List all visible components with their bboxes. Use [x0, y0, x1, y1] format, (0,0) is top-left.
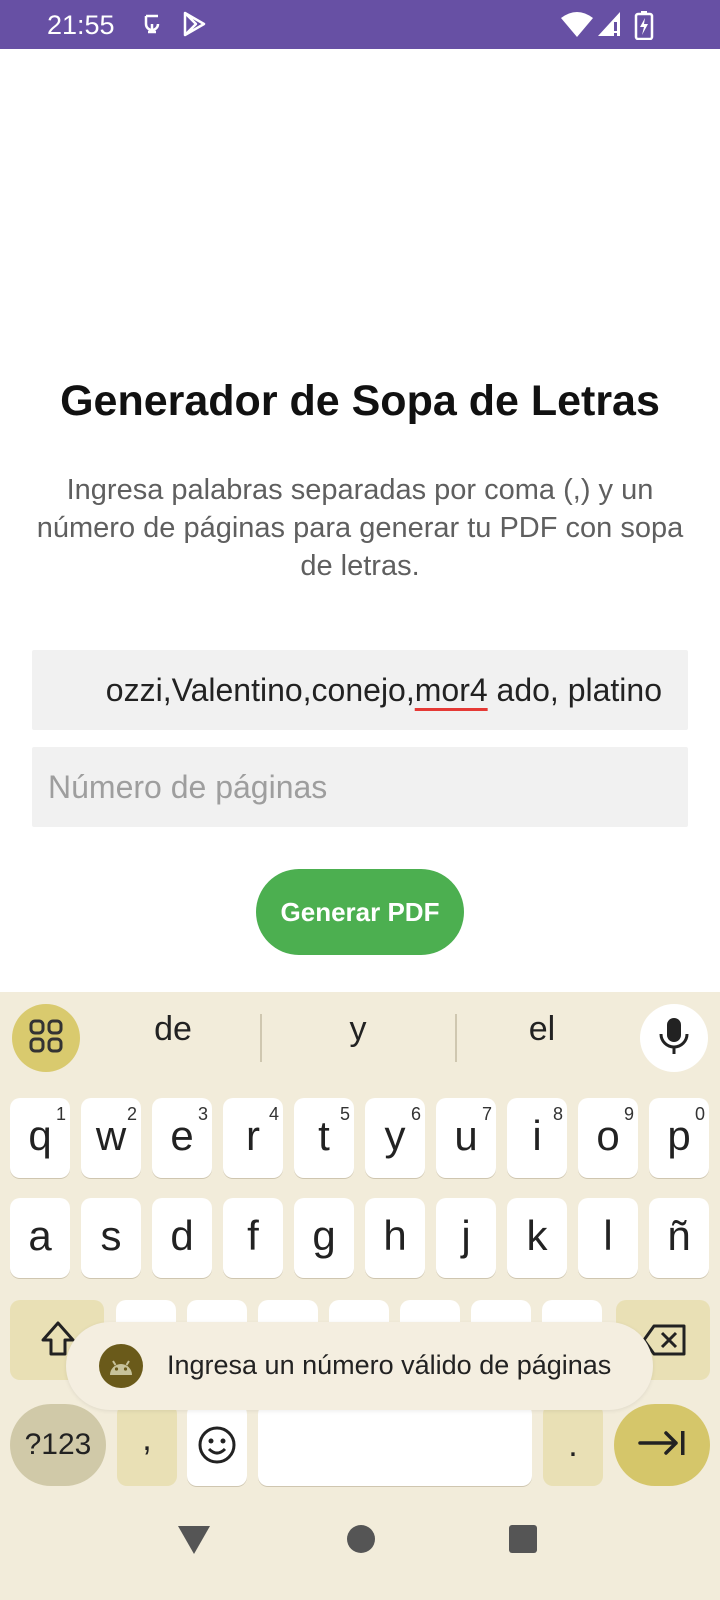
key-number-hint: 2	[126, 1104, 137, 1124]
key-j[interactable]: j	[436, 1198, 496, 1278]
key-h[interactable]: h	[365, 1198, 425, 1278]
key-a[interactable]: a	[10, 1198, 70, 1278]
signal-icon	[596, 10, 624, 43]
page-subtitle: Ingresa palabras separadas por coma (,) …	[36, 474, 684, 582]
key-number-hint: 7	[481, 1104, 492, 1124]
words-input-text-pre: ozzi,Valentino,conejo,	[105, 672, 415, 708]
play-store-icon	[180, 10, 208, 43]
emoji-key[interactable]	[187, 1404, 247, 1486]
key-label: a	[28, 1212, 52, 1259]
key-u[interactable]: u7	[436, 1098, 496, 1178]
next-key[interactable]	[614, 1404, 710, 1486]
suggestion-1[interactable]: de	[113, 1010, 233, 1049]
words-input-value: ozzi,Valentino,conejo,mor4 ado, platino	[106, 672, 662, 709]
key-label: d	[170, 1212, 194, 1259]
key-k[interactable]: k	[507, 1198, 567, 1278]
key-number-hint: 5	[339, 1104, 350, 1124]
keyboard-apps-button[interactable]	[12, 1004, 80, 1072]
key-i[interactable]: i8	[507, 1098, 567, 1178]
key-number-hint: 8	[552, 1104, 563, 1124]
key-label: s	[100, 1212, 122, 1259]
notification-icon	[138, 10, 166, 43]
android-app-icon	[99, 1344, 143, 1388]
status-bar: 21:55	[0, 0, 720, 49]
suggestion-divider	[455, 1014, 457, 1062]
back-nav-button[interactable]	[176, 1524, 212, 1561]
status-time: 21:55	[47, 10, 115, 40]
suggestion-3[interactable]: el	[482, 1010, 602, 1049]
symbols-key[interactable]: ?123	[10, 1404, 106, 1486]
key-label: j	[461, 1212, 471, 1259]
key-w[interactable]: w2	[81, 1098, 141, 1178]
key-p[interactable]: p0	[649, 1098, 709, 1178]
key-o[interactable]: o9	[578, 1098, 638, 1178]
key-number-hint: 6	[410, 1104, 421, 1124]
period-key[interactable]: .	[543, 1404, 603, 1486]
key-label: .	[568, 1426, 578, 1464]
key-r[interactable]: r4	[223, 1098, 283, 1178]
key-l[interactable]: l	[578, 1198, 638, 1278]
key-t[interactable]: t5	[294, 1098, 354, 1178]
tab-next-icon	[638, 1428, 686, 1463]
key-q[interactable]: q1	[10, 1098, 70, 1178]
key-label: ñ	[667, 1212, 691, 1259]
voice-input-button[interactable]	[640, 1004, 708, 1072]
pages-field[interactable]	[32, 747, 688, 827]
key-number-hint: 1	[55, 1104, 66, 1124]
comma-key[interactable]: ,	[117, 1404, 177, 1486]
key-label: g	[312, 1212, 336, 1259]
suggestion-2[interactable]: y	[298, 1010, 418, 1049]
keyboard: de y el q1 w2 e3 r4 t5 y6 u7 i8 o9 p0 a …	[0, 992, 720, 1600]
key-enye[interactable]: ñ	[649, 1198, 709, 1278]
home-nav-button[interactable]	[346, 1524, 376, 1559]
key-number-hint: 9	[623, 1104, 634, 1124]
key-label: f	[247, 1212, 259, 1259]
toast-message: Ingresa un número válido de páginas	[66, 1322, 653, 1410]
key-d[interactable]: d	[152, 1198, 212, 1278]
key-label: l	[603, 1212, 613, 1259]
key-f[interactable]: f	[223, 1198, 283, 1278]
key-label: ,	[142, 1420, 152, 1458]
key-number-hint: 4	[268, 1104, 279, 1124]
key-number-hint: 0	[694, 1104, 705, 1124]
emoji-icon	[197, 1425, 237, 1470]
suggestion-divider	[260, 1014, 262, 1062]
key-e[interactable]: e3	[152, 1098, 212, 1178]
words-input[interactable]: ozzi,Valentino,conejo,mor4 ado, platino	[32, 650, 688, 730]
pages-input[interactable]	[32, 747, 688, 827]
page-title: Generador de Sopa de Letras	[60, 377, 660, 425]
key-label: h	[383, 1212, 407, 1259]
words-input-misspelled-word[interactable]: mor4	[415, 672, 488, 708]
key-label: k	[526, 1212, 548, 1259]
key-y[interactable]: y6	[365, 1098, 425, 1178]
key-g[interactable]: g	[294, 1198, 354, 1278]
recents-nav-button[interactable]	[508, 1524, 538, 1559]
wifi-icon	[560, 10, 594, 43]
battery-charging-icon	[634, 10, 654, 45]
words-input-text-post: ado, platino	[487, 672, 662, 708]
apps-grid-icon	[29, 1019, 63, 1058]
generate-pdf-button[interactable]: Generar PDF	[256, 869, 464, 955]
key-s[interactable]: s	[81, 1198, 141, 1278]
key-number-hint: 3	[197, 1104, 208, 1124]
toast-text: Ingresa un número válido de páginas	[167, 1350, 612, 1380]
microphone-icon	[657, 1016, 691, 1061]
space-bar[interactable]	[258, 1404, 532, 1486]
